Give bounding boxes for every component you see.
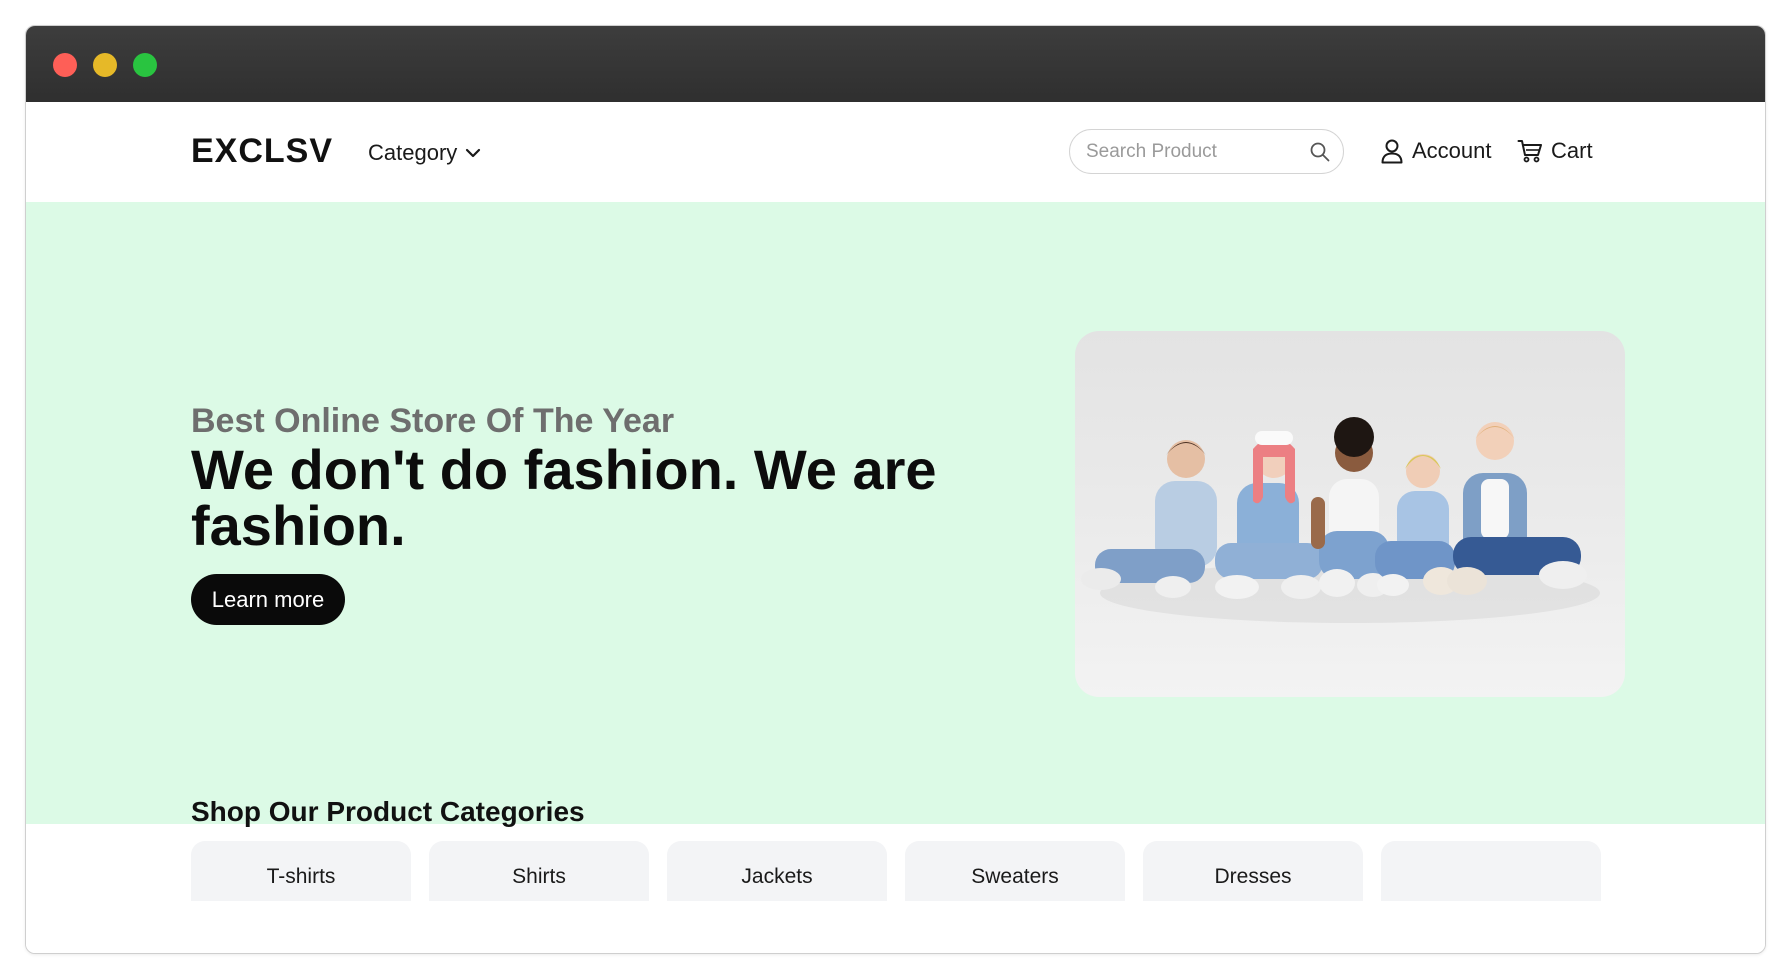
maximize-window-button[interactable] [133, 53, 157, 77]
account-link[interactable]: Account [1380, 138, 1492, 164]
top-navigation: EXCLSV Category Account [26, 102, 1765, 202]
hero-eyebrow: Best Online Store Of The Year [191, 402, 675, 440]
category-card-more[interactable] [1381, 841, 1601, 901]
search-icon[interactable] [1309, 141, 1331, 163]
chevron-down-icon [466, 148, 481, 158]
search-box [1069, 129, 1344, 174]
cart-icon [1517, 140, 1542, 163]
learn-more-button[interactable]: Learn more [191, 574, 345, 625]
category-card-shirts[interactable]: Shirts [429, 841, 649, 901]
store-logo[interactable]: EXCLSV [191, 132, 333, 171]
category-card-jackets[interactable]: Jackets [667, 841, 887, 901]
category-label: Category [368, 140, 458, 165]
category-card-dresses[interactable]: Dresses [1143, 841, 1363, 901]
person-figure [1375, 454, 1459, 596]
hero-photo [1075, 331, 1625, 697]
search-input[interactable] [1084, 139, 1304, 165]
hero-banner: Best Online Store Of The Year We don't d… [26, 202, 1765, 824]
person-figure [1215, 431, 1323, 599]
category-card-tshirts[interactable]: T-shirts [191, 841, 411, 901]
person-figure [1081, 440, 1217, 598]
cart-link[interactable]: Cart [1517, 138, 1593, 164]
minimize-window-button[interactable] [93, 53, 117, 77]
hero-title: We don't do fashion. We are fashion. [191, 438, 937, 557]
window-titlebar [26, 26, 1765, 102]
account-label: Account [1412, 138, 1492, 163]
group-photo-illustration [1081, 417, 1600, 623]
cart-label: Cart [1551, 138, 1593, 163]
person-figure [1447, 422, 1587, 595]
category-card-sweaters[interactable]: Sweaters [905, 841, 1125, 901]
category-list: T-shirts Shirts Jackets Sweaters Dresses [191, 841, 1625, 901]
close-window-button[interactable] [53, 53, 77, 77]
user-icon [1381, 139, 1403, 164]
category-dropdown[interactable]: Category [368, 140, 481, 166]
categories-title: Shop Our Product Categories [191, 796, 585, 827]
browser-window: EXCLSV Category Account [25, 25, 1766, 954]
store-page: EXCLSV Category Account [26, 102, 1765, 953]
